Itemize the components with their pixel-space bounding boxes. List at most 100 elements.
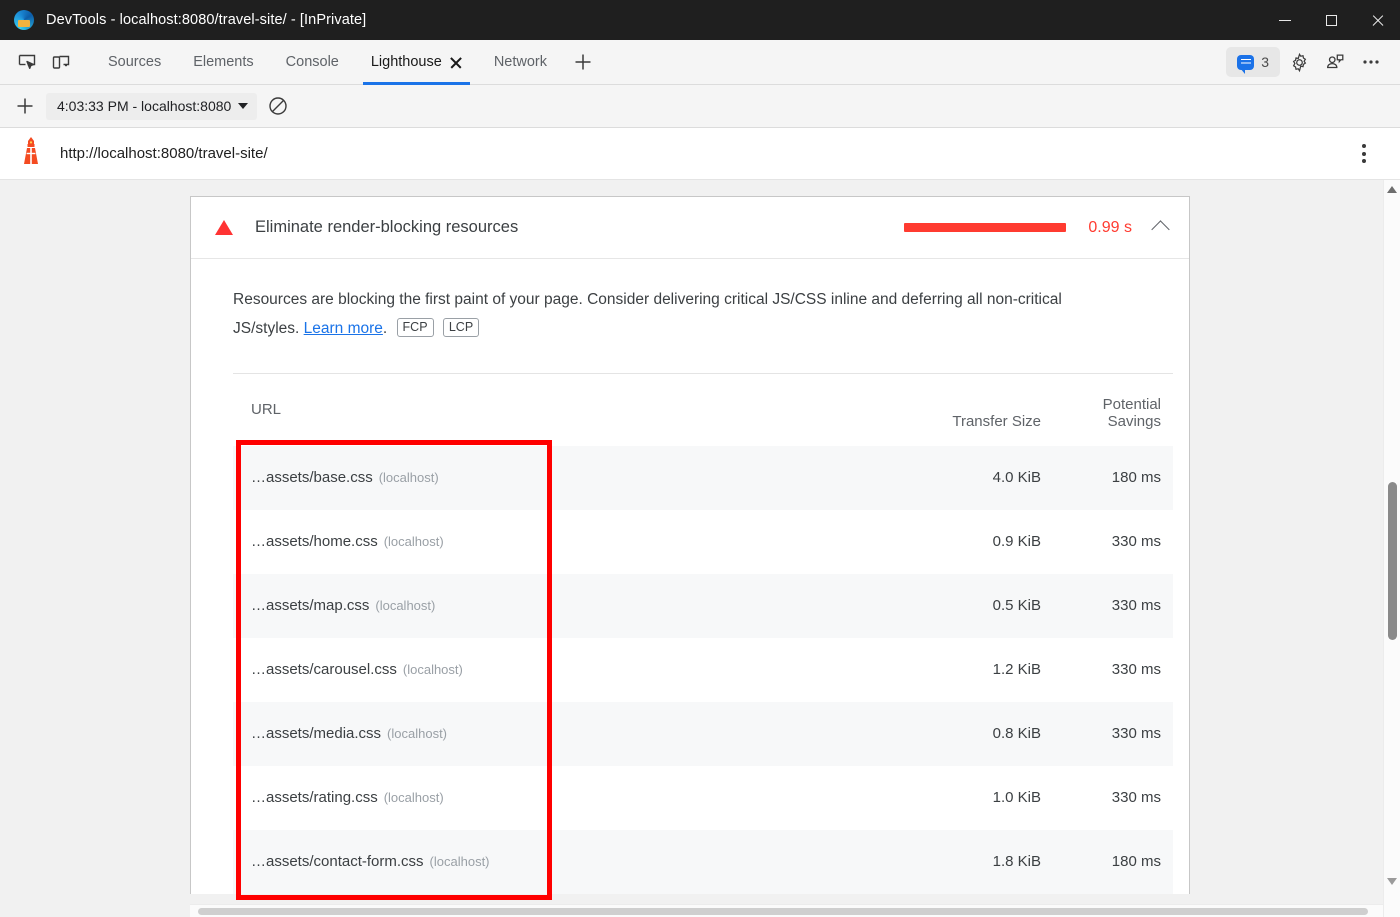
inspect-element-icon[interactable] bbox=[10, 47, 44, 77]
table-row[interactable]: …assets/base.css (localhost) 4.0 KiB 180 … bbox=[233, 446, 1173, 510]
vertical-scrollbar[interactable] bbox=[1383, 180, 1400, 917]
table-row[interactable]: …assets/contact-form.css(localhost) 1.8 … bbox=[233, 830, 1173, 894]
cell-transfer-size: 1.2 KiB bbox=[933, 638, 1053, 702]
results-table: URL Transfer Size Potential Savings …ass… bbox=[233, 373, 1173, 894]
maximize-button[interactable] bbox=[1308, 0, 1354, 40]
customize-devtools-icon[interactable] bbox=[1318, 47, 1352, 77]
tab-label: Lighthouse bbox=[371, 54, 442, 70]
scroll-up-arrow-icon[interactable] bbox=[1387, 186, 1398, 197]
table-row[interactable]: …assets/media.css (localhost) 0.8 KiB 330… bbox=[233, 702, 1173, 766]
resource-url: …assets/carousel.css bbox=[251, 661, 397, 678]
horizontal-scrollbar[interactable] bbox=[190, 904, 1383, 917]
close-icon[interactable] bbox=[450, 56, 462, 68]
edge-logo-icon bbox=[14, 10, 34, 30]
minimize-button[interactable] bbox=[1262, 0, 1308, 40]
column-header-transfer-size[interactable]: Transfer Size bbox=[933, 374, 1053, 446]
table-row[interactable]: …assets/home.css(localhost) 0.9 KiB 330 … bbox=[233, 510, 1173, 574]
audit-metric: 0.99 s bbox=[904, 219, 1167, 237]
results-table-body: …assets/base.css (localhost) 4.0 KiB 180 … bbox=[233, 446, 1173, 894]
audit-description: Resources are blocking the first paint o… bbox=[191, 259, 1151, 347]
tab-network[interactable]: Network bbox=[478, 40, 563, 85]
feedback-count: 3 bbox=[1261, 54, 1269, 70]
table-row[interactable]: …assets/carousel.css(localhost) 1.2 KiB … bbox=[233, 638, 1173, 702]
tab-console[interactable]: Console bbox=[270, 40, 355, 85]
tab-elements[interactable]: Elements bbox=[177, 40, 269, 85]
cell-transfer-size: 0.9 KiB bbox=[933, 510, 1053, 574]
feedback-button[interactable]: 3 bbox=[1226, 47, 1280, 77]
cell-savings: 330 ms bbox=[1053, 638, 1173, 702]
badge-fcp: FCP bbox=[397, 318, 434, 337]
vertical-scrollbar-thumb[interactable] bbox=[1388, 482, 1397, 640]
close-button[interactable] bbox=[1354, 0, 1400, 40]
window-title: DevTools - localhost:8080/travel-site/ -… bbox=[46, 12, 366, 28]
metric-value: 0.99 s bbox=[1082, 219, 1132, 237]
cell-savings: 330 ms bbox=[1053, 510, 1173, 574]
tab-sources[interactable]: Sources bbox=[92, 40, 177, 85]
tab-label: Elements bbox=[193, 54, 253, 70]
cell-transfer-size: 4.0 KiB bbox=[933, 446, 1053, 510]
resource-url: …assets/map.css bbox=[251, 597, 369, 614]
tab-label: Console bbox=[286, 54, 339, 70]
window-controls bbox=[1262, 0, 1400, 40]
cell-savings: 180 ms bbox=[1053, 830, 1173, 894]
plus-icon[interactable] bbox=[563, 40, 603, 85]
tab-label: Network bbox=[494, 54, 547, 70]
clear-all-icon[interactable] bbox=[263, 91, 293, 121]
new-audit-icon[interactable] bbox=[10, 91, 40, 121]
resource-host: (localhost) bbox=[403, 662, 463, 677]
feedback-bubble-icon bbox=[1237, 55, 1254, 70]
device-toolbar-icon[interactable] bbox=[44, 47, 78, 77]
tab-label: Sources bbox=[108, 54, 161, 70]
report-url-bar: http://localhost:8080/travel-site/ bbox=[0, 128, 1400, 180]
resource-host: (localhost) bbox=[387, 726, 447, 741]
lighthouse-report-area: Eliminate render-blocking resources 0.99… bbox=[0, 180, 1400, 917]
audit-run-dropdown[interactable]: 4:03:33 PM - localhost:8080 bbox=[46, 93, 257, 120]
lighthouse-icon bbox=[18, 136, 44, 171]
audit-card-render-blocking: Eliminate render-blocking resources 0.99… bbox=[190, 196, 1190, 894]
cell-url[interactable]: …assets/rating.css(localhost) bbox=[233, 766, 933, 830]
scroll-down-arrow-icon[interactable] bbox=[1387, 878, 1398, 889]
horizontal-scrollbar-thumb[interactable] bbox=[198, 908, 1368, 915]
gear-icon[interactable] bbox=[1282, 47, 1316, 77]
resource-host: (localhost) bbox=[379, 470, 439, 485]
report-url: http://localhost:8080/travel-site/ bbox=[60, 145, 268, 162]
devtools-tab-strip: Sources Elements Console Lighthouse Netw… bbox=[0, 40, 1400, 85]
description-period: . bbox=[383, 320, 387, 337]
cell-url[interactable]: …assets/contact-form.css(localhost) bbox=[233, 830, 933, 894]
cell-transfer-size: 0.8 KiB bbox=[933, 702, 1053, 766]
table-header-row: URL Transfer Size Potential Savings bbox=[233, 374, 1173, 446]
learn-more-link[interactable]: Learn more bbox=[304, 320, 383, 337]
cell-url[interactable]: …assets/media.css (localhost) bbox=[233, 702, 933, 766]
resource-url: …assets/base.css bbox=[251, 469, 373, 486]
cell-url[interactable]: …assets/carousel.css (localhost) bbox=[233, 638, 933, 702]
cell-url[interactable]: …assets/home.css(localhost) bbox=[233, 510, 933, 574]
badge-lcp: LCP bbox=[443, 318, 479, 337]
audit-title: Eliminate render-blocking resources bbox=[255, 218, 518, 237]
warning-triangle-icon bbox=[215, 220, 233, 235]
cell-savings: 180 ms bbox=[1053, 446, 1173, 510]
resource-url: …assets/home.css bbox=[251, 533, 378, 550]
resource-host: (localhost) bbox=[375, 598, 435, 613]
audit-header[interactable]: Eliminate render-blocking resources 0.99… bbox=[191, 197, 1189, 259]
panel-tabs: Sources Elements Console Lighthouse Netw… bbox=[92, 40, 603, 85]
cell-savings: 330 ms bbox=[1053, 702, 1173, 766]
cell-url[interactable]: …assets/base.css (localhost) bbox=[233, 446, 933, 510]
cell-transfer-size: 1.0 KiB bbox=[933, 766, 1053, 830]
column-header-url[interactable]: URL bbox=[233, 374, 933, 446]
tab-lighthouse[interactable]: Lighthouse bbox=[355, 40, 478, 85]
metric-bar bbox=[904, 223, 1066, 232]
cell-transfer-size: 1.8 KiB bbox=[933, 830, 1053, 894]
results-table-head: URL Transfer Size Potential Savings bbox=[233, 374, 1173, 446]
more-options-icon[interactable] bbox=[1354, 47, 1388, 77]
table-row[interactable]: …assets/map.css(localhost) 0.5 KiB 330 m… bbox=[233, 574, 1173, 638]
cell-transfer-size: 0.5 KiB bbox=[933, 574, 1053, 638]
resource-url: …assets/media.css bbox=[251, 725, 381, 742]
window-title-bar: DevTools - localhost:8080/travel-site/ -… bbox=[0, 0, 1400, 40]
column-header-potential-savings[interactable]: Potential Savings bbox=[1053, 374, 1173, 446]
cell-url[interactable]: …assets/map.css (localhost) bbox=[233, 574, 933, 638]
chevron-up-icon[interactable] bbox=[1151, 220, 1169, 238]
three-dot-menu-icon[interactable] bbox=[1352, 139, 1376, 169]
results-table-wrapper: URL Transfer Size Potential Savings …ass… bbox=[191, 347, 1189, 894]
tabstrip-actions: 3 bbox=[1226, 47, 1400, 77]
table-row[interactable]: …assets/rating.css(localhost) 1.0 KiB 33… bbox=[233, 766, 1173, 830]
